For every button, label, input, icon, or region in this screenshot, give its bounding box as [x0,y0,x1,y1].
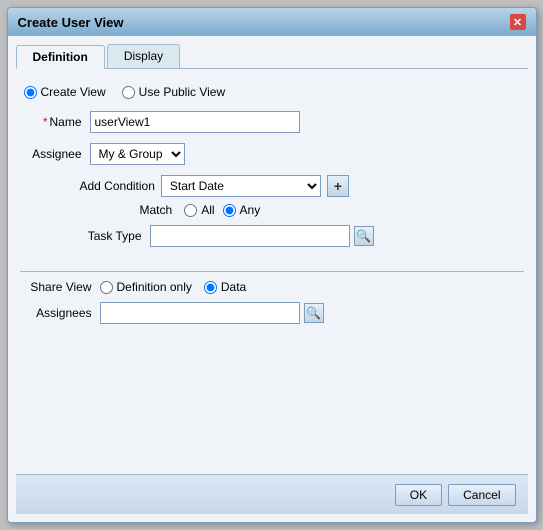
assignees-field-wrap: 🔍 [100,302,324,324]
add-condition-row: Add Condition Start Date End Date Priori… [80,175,524,197]
cancel-button[interactable]: Cancel [448,484,515,506]
create-view-option[interactable]: Create View [24,85,106,99]
share-definition-label: Definition only [117,280,192,294]
task-type-row: Task Type 🔍 [20,225,524,247]
use-public-view-radio[interactable] [122,86,135,99]
assignees-label: Assignees [20,306,100,320]
share-definition-option[interactable]: Definition only [100,280,192,294]
share-options: Definition only Data [100,280,247,294]
definition-content: Create View Use Public View *Name Assign… [16,77,528,474]
share-section: Share View Definition only Data Assigne [20,255,524,324]
share-data-label: Data [221,280,246,294]
create-view-label: Create View [41,85,106,99]
assignee-row: Assignee My & Group My Group All [20,143,524,165]
condition-area: Add Condition Start Date End Date Priori… [80,175,524,217]
match-any-option[interactable]: Any [223,203,261,217]
condition-select[interactable]: Start Date End Date Priority Status Task… [161,175,321,197]
ok-button[interactable]: OK [395,484,442,506]
assignees-input[interactable] [100,302,300,324]
match-all-option[interactable]: All [184,203,214,217]
assignee-select[interactable]: My & Group My Group All [90,143,185,165]
tab-display[interactable]: Display [107,44,180,68]
assignees-search-icon[interactable]: 🔍 [304,303,324,323]
create-view-radio[interactable] [24,86,37,99]
name-row: *Name [20,111,524,133]
tab-bar: Definition Display [16,44,528,69]
task-type-search-icon[interactable]: 🔍 [354,226,374,246]
dialog-title-bar: Create User View ✕ [8,8,536,36]
share-view-row: Share View Definition only Data [20,280,524,294]
use-public-view-label: Use Public View [139,85,225,99]
add-condition-label: Add Condition [80,179,155,193]
match-label: Match [140,203,173,217]
match-all-radio[interactable] [184,204,197,217]
name-input[interactable] [90,111,300,133]
divider [20,271,524,272]
share-data-option[interactable]: Data [204,280,246,294]
create-user-view-dialog: Create User View ✕ Definition Display Cr… [7,7,537,523]
share-definition-radio[interactable] [100,281,113,294]
match-any-radio[interactable] [223,204,236,217]
assignee-label: Assignee [20,147,90,161]
assignees-row: Assignees 🔍 [20,302,524,324]
task-type-label: Task Type [20,229,150,243]
close-button[interactable]: ✕ [510,14,526,30]
match-any-label: Any [240,203,261,217]
match-row: Match All Any [140,203,524,217]
task-type-field-wrap: 🔍 [150,225,374,247]
task-type-input[interactable] [150,225,350,247]
match-all-label: All [201,203,214,217]
name-label: *Name [20,115,90,129]
add-condition-button[interactable]: + [327,175,349,197]
dialog-body: Definition Display Create View Use Publi… [8,36,536,522]
tab-definition[interactable]: Definition [16,45,105,69]
dialog-title: Create User View [18,15,124,30]
dialog-footer: OK Cancel [16,474,528,514]
view-type-row: Create View Use Public View [24,85,524,99]
use-public-view-option[interactable]: Use Public View [122,85,225,99]
share-data-radio[interactable] [204,281,217,294]
share-view-label: Share View [20,280,100,294]
